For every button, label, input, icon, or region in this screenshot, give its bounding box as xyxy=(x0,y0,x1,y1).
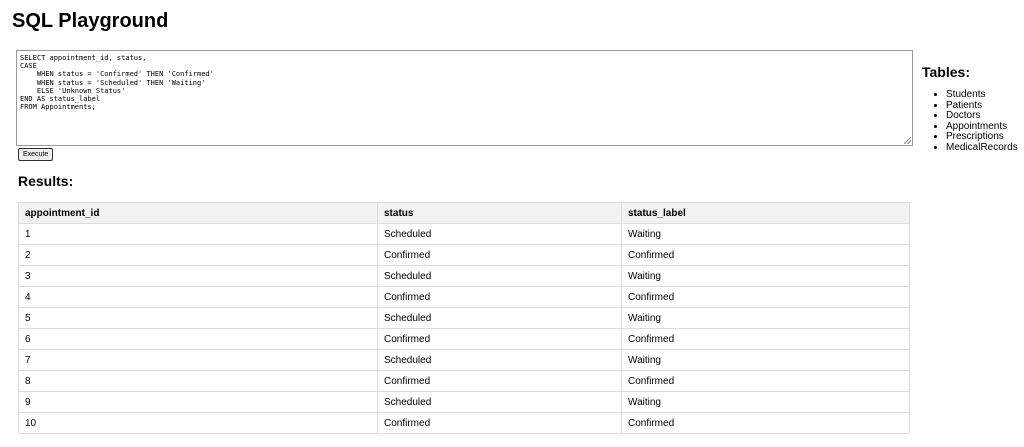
table-row: 10 Confirmed Confirmed xyxy=(18,412,910,434)
table-cell-status-label: Waiting xyxy=(621,307,910,329)
table-cell-status: Confirmed xyxy=(377,328,622,350)
table-cell-appointment-id: 3 xyxy=(18,265,378,287)
table-cell-appointment-id: 2 xyxy=(18,244,378,266)
resize-handle-icon[interactable] xyxy=(904,137,911,144)
table-cell-status-label: Waiting xyxy=(621,265,910,287)
tables-panel: Tables: StudentsPatientsDoctorsAppointme… xyxy=(922,64,1024,153)
table-cell-status: Scheduled xyxy=(377,391,622,413)
table-cell-status: Scheduled xyxy=(377,223,622,245)
table-row: 3 Scheduled Waiting xyxy=(18,265,910,287)
table-cell-appointment-id: 1 xyxy=(18,223,378,245)
table-cell-status-label: Waiting xyxy=(621,349,910,371)
table-row: 2 Confirmed Confirmed xyxy=(18,244,910,266)
tables-heading: Tables: xyxy=(922,64,970,80)
table-cell-status: Scheduled xyxy=(377,265,622,287)
results-body: 1 Scheduled Waiting 2 Confirmed Confirmed 3 Sch… xyxy=(18,223,910,434)
table-cell-appointment-id: 4 xyxy=(18,286,378,308)
table-cell-status-label: Confirmed xyxy=(621,286,910,308)
table-cell-status-label: Confirmed xyxy=(621,328,910,350)
table-cell-appointment-id: 10 xyxy=(18,412,378,434)
list-item: Students xyxy=(946,89,1024,101)
table-row: 5 Scheduled Waiting xyxy=(18,307,910,329)
execute-button[interactable]: Execute xyxy=(18,148,54,161)
sql-query-input[interactable]: SELECT appointment_id, status, CASE WHEN… xyxy=(20,54,909,142)
list-item: Doctors xyxy=(946,110,1024,122)
table-row: 1 Scheduled Waiting xyxy=(18,223,910,245)
table-row: 8 Confirmed Confirmed xyxy=(18,370,910,392)
table-row: 6 Confirmed Confirmed xyxy=(18,328,910,350)
table-row: 7 Scheduled Waiting xyxy=(18,349,910,371)
page-title: SQL Playground xyxy=(12,10,169,32)
table-cell-appointment-id: 5 xyxy=(18,307,378,329)
table-header-row: appointment_id status status_label xyxy=(18,202,910,224)
table-cell-appointment-id: 6 xyxy=(18,328,378,350)
column-header: appointment_id xyxy=(18,202,378,224)
list-item: Prescriptions xyxy=(946,131,1024,143)
table-cell-appointment-id: 7 xyxy=(18,349,378,371)
table-cell-status-label: Confirmed xyxy=(621,370,910,392)
table-cell-status: Confirmed xyxy=(377,244,622,266)
tables-list: StudentsPatientsDoctorsAppointmentsPresc… xyxy=(922,89,1024,154)
table-cell-status: Scheduled xyxy=(377,349,622,371)
list-item: MedicalRecords xyxy=(946,142,1024,154)
table-cell-status: Confirmed xyxy=(377,286,622,308)
column-header: status xyxy=(377,202,622,224)
column-header: status_label xyxy=(621,202,910,224)
results-heading: Results: xyxy=(18,173,74,189)
table-cell-status: Scheduled xyxy=(377,307,622,329)
table-cell-appointment-id: 9 xyxy=(18,391,378,413)
results-table: appointment_id status status_label 1 Sche… xyxy=(18,202,910,434)
table-row: 9 Scheduled Waiting xyxy=(18,391,910,413)
table-cell-status-label: Confirmed xyxy=(621,412,910,434)
table-cell-status: Confirmed xyxy=(377,370,622,392)
table-cell-status-label: Confirmed xyxy=(621,244,910,266)
table-cell-appointment-id: 8 xyxy=(18,370,378,392)
sql-editor[interactable]: SELECT appointment_id, status, CASE WHEN… xyxy=(16,50,913,146)
table-cell-status-label: Waiting xyxy=(621,223,910,245)
table-row: 4 Confirmed Confirmed xyxy=(18,286,910,308)
table-cell-status-label: Waiting xyxy=(621,391,910,413)
table-cell-status: Confirmed xyxy=(377,412,622,434)
